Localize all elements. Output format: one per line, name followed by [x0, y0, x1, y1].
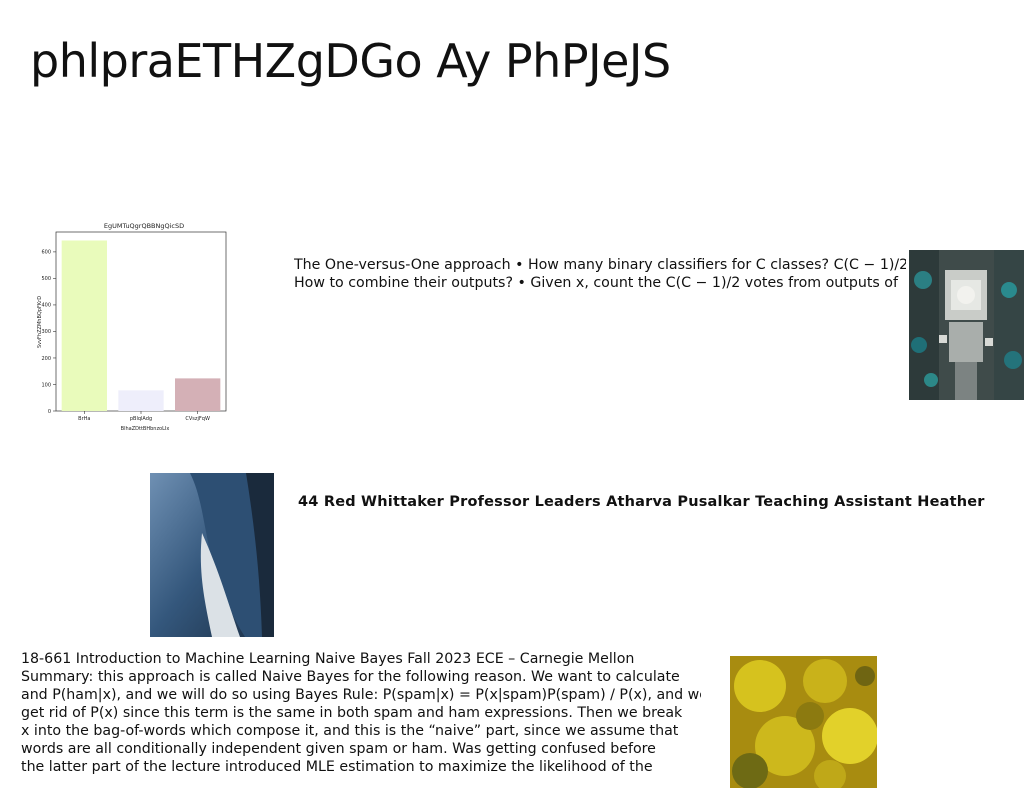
one-vs-one-text: The One-versus-One approach • How many b…	[294, 256, 906, 292]
bar-CVszjFqW	[175, 378, 221, 411]
slide-title: phlpraETHZgDGo Ay PhPJeJS	[30, 34, 671, 88]
y-tick-label: 200	[41, 356, 51, 362]
chart-plot-area: 0 100 200 300 400 500 600 BrHa pBlqlAdg CVszjFqW	[41, 231, 227, 422]
x-tick-label: CVszjFqW	[185, 416, 210, 422]
aerial-city-photo	[909, 250, 1024, 400]
summary-line-6: words are all conditionally independent …	[21, 741, 656, 757]
x-tick-label: pBlqlAdg	[130, 416, 152, 422]
summary-line-3: and P(ham|x), and we will do so using Ba…	[21, 687, 701, 703]
ovo-line-2: How to combine their outputs? • Given x,…	[294, 275, 898, 291]
bar-BrHa	[61, 240, 107, 411]
summary-text: 18-661 Introduction to Machine Learning …	[21, 650, 701, 776]
summary-line-4: get rid of P(x) since this term is the s…	[21, 705, 683, 721]
x-tick-label: BrHa	[78, 416, 90, 422]
ovo-line-1: The One-versus-One approach • How many b…	[294, 257, 906, 273]
staff-text: 44 Red Whittaker Professor Leaders Athar…	[298, 494, 985, 510]
bar-chart: EgUMTuQgrQBBNgQicSD SvvFhZZMhBQpFKrD Blh…	[32, 212, 242, 440]
summary-line-5: x into the bag-of-words which compose it…	[21, 723, 679, 739]
y-tick-label: 400	[41, 303, 51, 309]
y-tick-label: 300	[41, 329, 51, 335]
y-tick-label: 0	[48, 409, 51, 415]
summary-line-1: 18-661 Introduction to Machine Learning …	[21, 651, 635, 667]
y-tick-label: 600	[41, 250, 51, 256]
chart-xlabel: BlhaZDttBHbnzoLIx	[121, 426, 170, 432]
yellow-texture-photo	[730, 656, 877, 788]
y-tick-label: 100	[41, 382, 51, 388]
bar-pBlqlAdg	[118, 390, 164, 411]
bar-chart-svg: EgUMTuQgrQBBNgQicSD SvvFhZZMhBQpFKrD Blh…	[37, 222, 227, 432]
blue-garment-photo	[150, 473, 274, 637]
summary-line-2: Summary: this approach is called Naive B…	[21, 669, 680, 685]
y-tick-label: 500	[41, 276, 51, 282]
chart-title: EgUMTuQgrQBBNgQicSD	[104, 222, 184, 230]
summary-line-7: the latter part of the lecture introduce…	[21, 759, 653, 775]
